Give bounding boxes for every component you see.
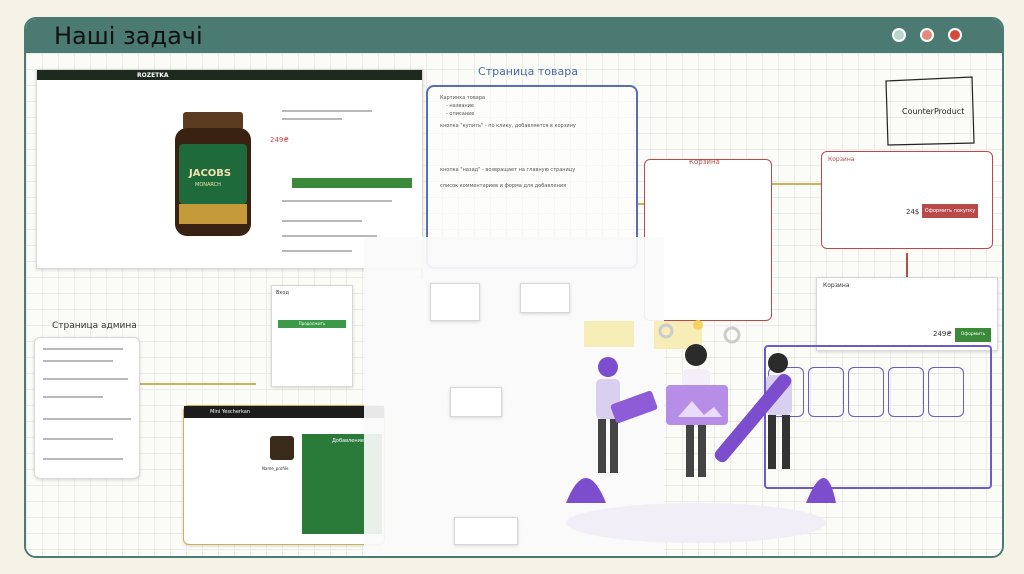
text-line bbox=[282, 200, 392, 202]
checkout-button[interactable]: Оформить заказ bbox=[955, 328, 991, 351]
product-slot bbox=[848, 367, 884, 417]
dot-red bbox=[948, 28, 962, 42]
team-illustration bbox=[566, 320, 836, 543]
cart-heading: Корзина bbox=[689, 158, 720, 166]
slide-frame: Наші задачі ROZETKA JACOBS MONARCH 249₴ … bbox=[24, 17, 1004, 558]
thumb bbox=[450, 387, 502, 417]
promo-banner bbox=[292, 178, 412, 188]
jar-brand: JACOBS bbox=[189, 168, 232, 179]
product-slot bbox=[928, 367, 964, 417]
dot-orange bbox=[920, 28, 934, 42]
text-line bbox=[282, 220, 362, 222]
connector-line bbox=[136, 383, 256, 385]
text-line bbox=[43, 378, 128, 380]
login-title: Вход bbox=[276, 290, 289, 296]
cart-wireframe: Корзина 24$ Оформить покупку bbox=[821, 151, 993, 249]
rozetka-header: ROZETKA bbox=[37, 70, 422, 80]
dot-green bbox=[892, 28, 906, 42]
login-button[interactable]: Продолжить bbox=[278, 320, 346, 328]
cart-summary-label: Корзина bbox=[828, 156, 855, 163]
admin-spec bbox=[34, 337, 140, 479]
thumb bbox=[430, 283, 480, 321]
counter-label: CounterProduct bbox=[902, 107, 965, 116]
spec-item: кнопка "купить" - по клику, добавляется … bbox=[440, 123, 576, 129]
text-line bbox=[43, 438, 113, 440]
admin-ui-header: Mini Yescherkan bbox=[184, 406, 384, 418]
admin-ui-screenshot: Mini Yescherkan Name_profile Добавление bbox=[183, 405, 385, 545]
rozetka-price: 249₴ bbox=[270, 136, 289, 144]
connector-line bbox=[771, 183, 821, 185]
cart-card-total: 249₴ bbox=[933, 330, 952, 338]
cart-total: 24$ bbox=[906, 208, 920, 216]
thumb bbox=[454, 517, 518, 545]
text-line bbox=[43, 458, 123, 460]
jar-subbrand: MONARCH bbox=[195, 182, 221, 188]
spec-item: Картинка товара bbox=[440, 95, 486, 101]
text-line bbox=[282, 235, 377, 237]
spec-item: список комментариев и форма для добавлен… bbox=[440, 183, 567, 189]
text-line bbox=[43, 360, 113, 362]
title-bar: Наші задачі bbox=[26, 19, 1002, 53]
text-line bbox=[43, 348, 123, 350]
text-line bbox=[282, 118, 342, 120]
text-line bbox=[282, 250, 352, 252]
order-button[interactable]: Оформить покупку bbox=[922, 204, 978, 218]
admin-heading: Страница админа bbox=[52, 321, 137, 331]
text-line bbox=[43, 396, 103, 398]
spec-item: кнопка "назад" - возвращает на главную с… bbox=[440, 167, 576, 173]
spec-item: - описание bbox=[446, 111, 475, 117]
spec-item: - название bbox=[446, 103, 474, 109]
profile-name: Name_profile bbox=[262, 466, 289, 471]
login-card: Вход Продолжить bbox=[271, 285, 353, 387]
text-line bbox=[43, 418, 131, 420]
avatar bbox=[270, 436, 294, 460]
slide-title: Наші задачі bbox=[54, 22, 203, 50]
product-page-heading: Страница товара bbox=[478, 65, 578, 78]
product-slot bbox=[888, 367, 924, 417]
admin-ui-header-text: Mini Yescherkan bbox=[210, 409, 251, 415]
window-dots bbox=[892, 28, 962, 42]
text-line bbox=[282, 110, 372, 112]
add-form-title: Добавление bbox=[332, 438, 364, 444]
rozetka-logo: ROZETKA bbox=[137, 72, 169, 79]
whiteboard: ROZETKA JACOBS MONARCH 249₴ Страница тов… bbox=[26, 53, 1002, 556]
cart-card-title: Корзина bbox=[823, 282, 850, 289]
